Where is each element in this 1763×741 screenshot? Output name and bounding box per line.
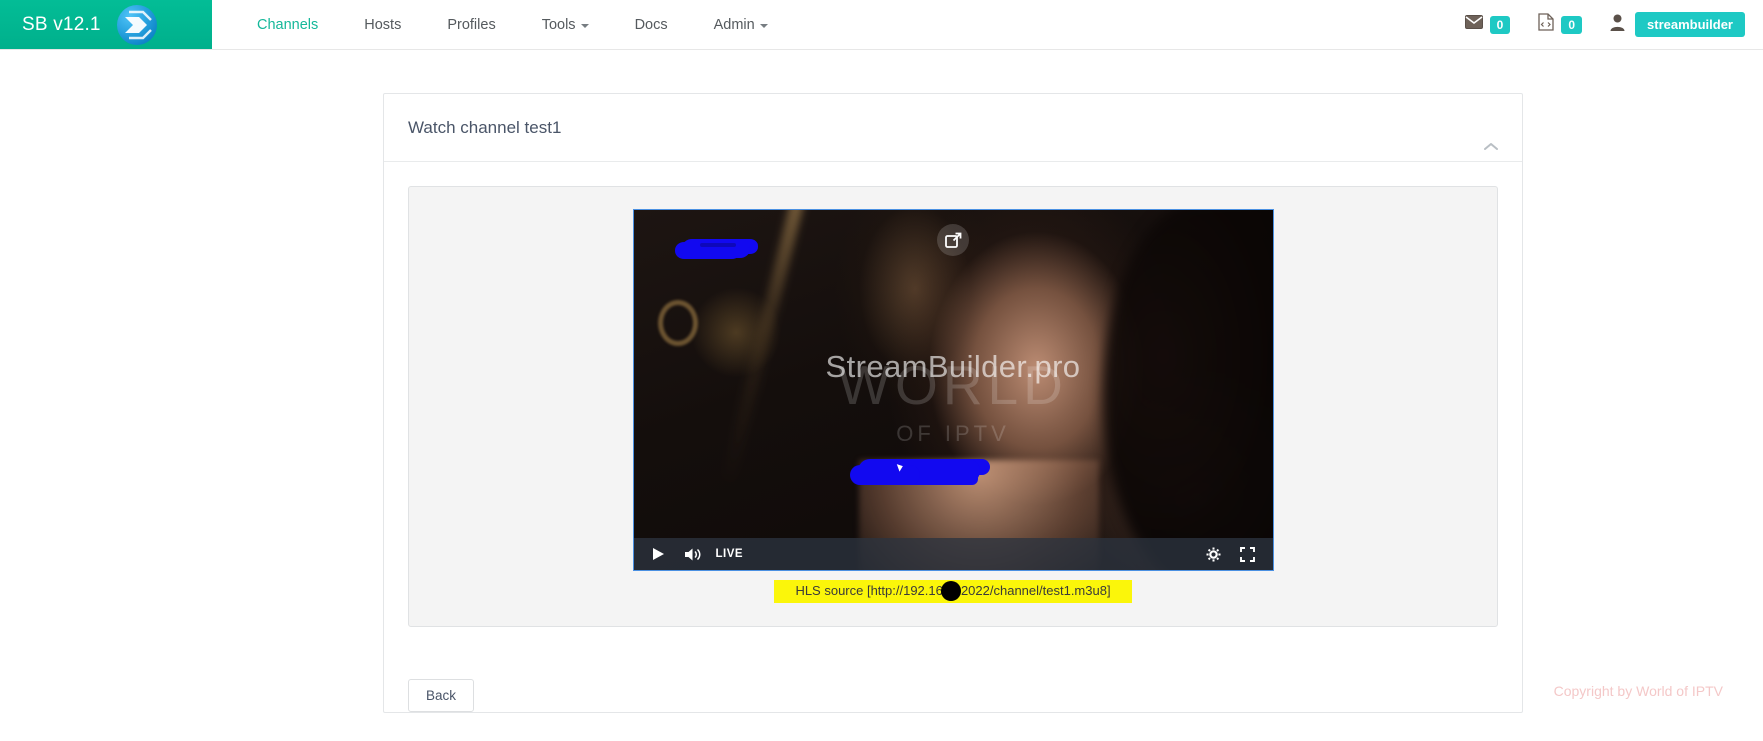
play-icon[interactable]	[642, 538, 676, 570]
nav-item-profiles[interactable]: Profiles	[424, 0, 518, 49]
nav-item-docs[interactable]: Docs	[612, 0, 691, 49]
top-navbar: SB v12.1 Channels Hosts Profiles Tools D…	[0, 0, 1763, 50]
picture-in-picture-icon[interactable]	[937, 224, 969, 256]
volume-high-icon[interactable]	[676, 538, 710, 570]
hls-source-line: HLS source [http://192.168.22022/channel…	[633, 580, 1274, 603]
page-title: Watch channel test1	[408, 117, 562, 137]
nav-item-label: Admin	[713, 16, 755, 33]
left-rail	[0, 51, 383, 741]
footer-copyright: Copyright by World of IPTV	[1553, 683, 1723, 699]
panel-actions: Back	[384, 679, 1522, 712]
nav-item-label: Hosts	[364, 16, 402, 33]
brand-block[interactable]: SB v12.1	[0, 0, 212, 49]
navbar-right: 0 0 streambuilder	[1451, 0, 1763, 49]
chevron-up-icon[interactable]	[1478, 135, 1504, 157]
gear-icon[interactable]	[1197, 538, 1231, 570]
fullscreen-icon[interactable]	[1231, 538, 1265, 570]
nav-item-label: Tools	[541, 16, 576, 33]
live-badge: LIVE	[715, 548, 744, 560]
messages-count-badge: 0	[1489, 15, 1511, 34]
user-menu[interactable]: streambuilder	[1596, 0, 1751, 49]
nav-item-hosts[interactable]: Hosts	[341, 0, 424, 49]
file-code-icon	[1538, 13, 1554, 36]
logs-link[interactable]: 0	[1524, 0, 1596, 49]
nav-item-channels[interactable]: Channels	[234, 0, 341, 49]
messages-link[interactable]: 0	[1451, 0, 1525, 49]
main-nav: Channels Hosts Profiles Tools Docs Admin	[212, 0, 791, 49]
redaction-mark-top	[681, 239, 750, 258]
redaction-blob-ip	[941, 581, 961, 601]
envelope-icon	[1464, 15, 1483, 34]
player-controls: LIVE	[633, 538, 1273, 570]
hls-source-prefix: HLS source [http://192.168.	[795, 583, 954, 598]
chevron-down-icon	[580, 23, 589, 28]
nav-item-admin[interactable]: Admin	[691, 0, 791, 49]
video-player[interactable]: WORLD OF IPTV StreamBuilder.pro	[632, 209, 1274, 571]
user-icon	[1610, 14, 1625, 36]
video-art-hair	[1102, 210, 1273, 570]
chevron-down-icon	[759, 23, 768, 28]
panel-body: WORLD OF IPTV StreamBuilder.pro	[384, 162, 1522, 655]
panel-header: Watch channel test1	[384, 94, 1522, 162]
watch-channel-panel: Watch channel test1 WORLD OF IPTV	[383, 93, 1523, 713]
logs-count-badge: 0	[1561, 15, 1583, 34]
username-pill[interactable]: streambuilder	[1635, 12, 1745, 37]
hls-source-suffix: 22022/channel/test1.m3u8]	[953, 583, 1111, 598]
video-frame	[633, 210, 1273, 570]
brand-label: SB v12.1	[22, 13, 101, 35]
nav-item-tools[interactable]: Tools	[519, 0, 612, 49]
nav-item-label: Docs	[634, 16, 668, 33]
back-button[interactable]: Back	[408, 679, 475, 712]
player-container: WORLD OF IPTV StreamBuilder.pro	[408, 186, 1498, 627]
redaction-mark-bottom	[849, 459, 980, 485]
video-art-ring	[657, 300, 698, 346]
streambuilder-logo-icon	[116, 4, 157, 45]
nav-item-label: Profiles	[447, 16, 496, 33]
nav-item-label: Channels	[257, 16, 319, 33]
